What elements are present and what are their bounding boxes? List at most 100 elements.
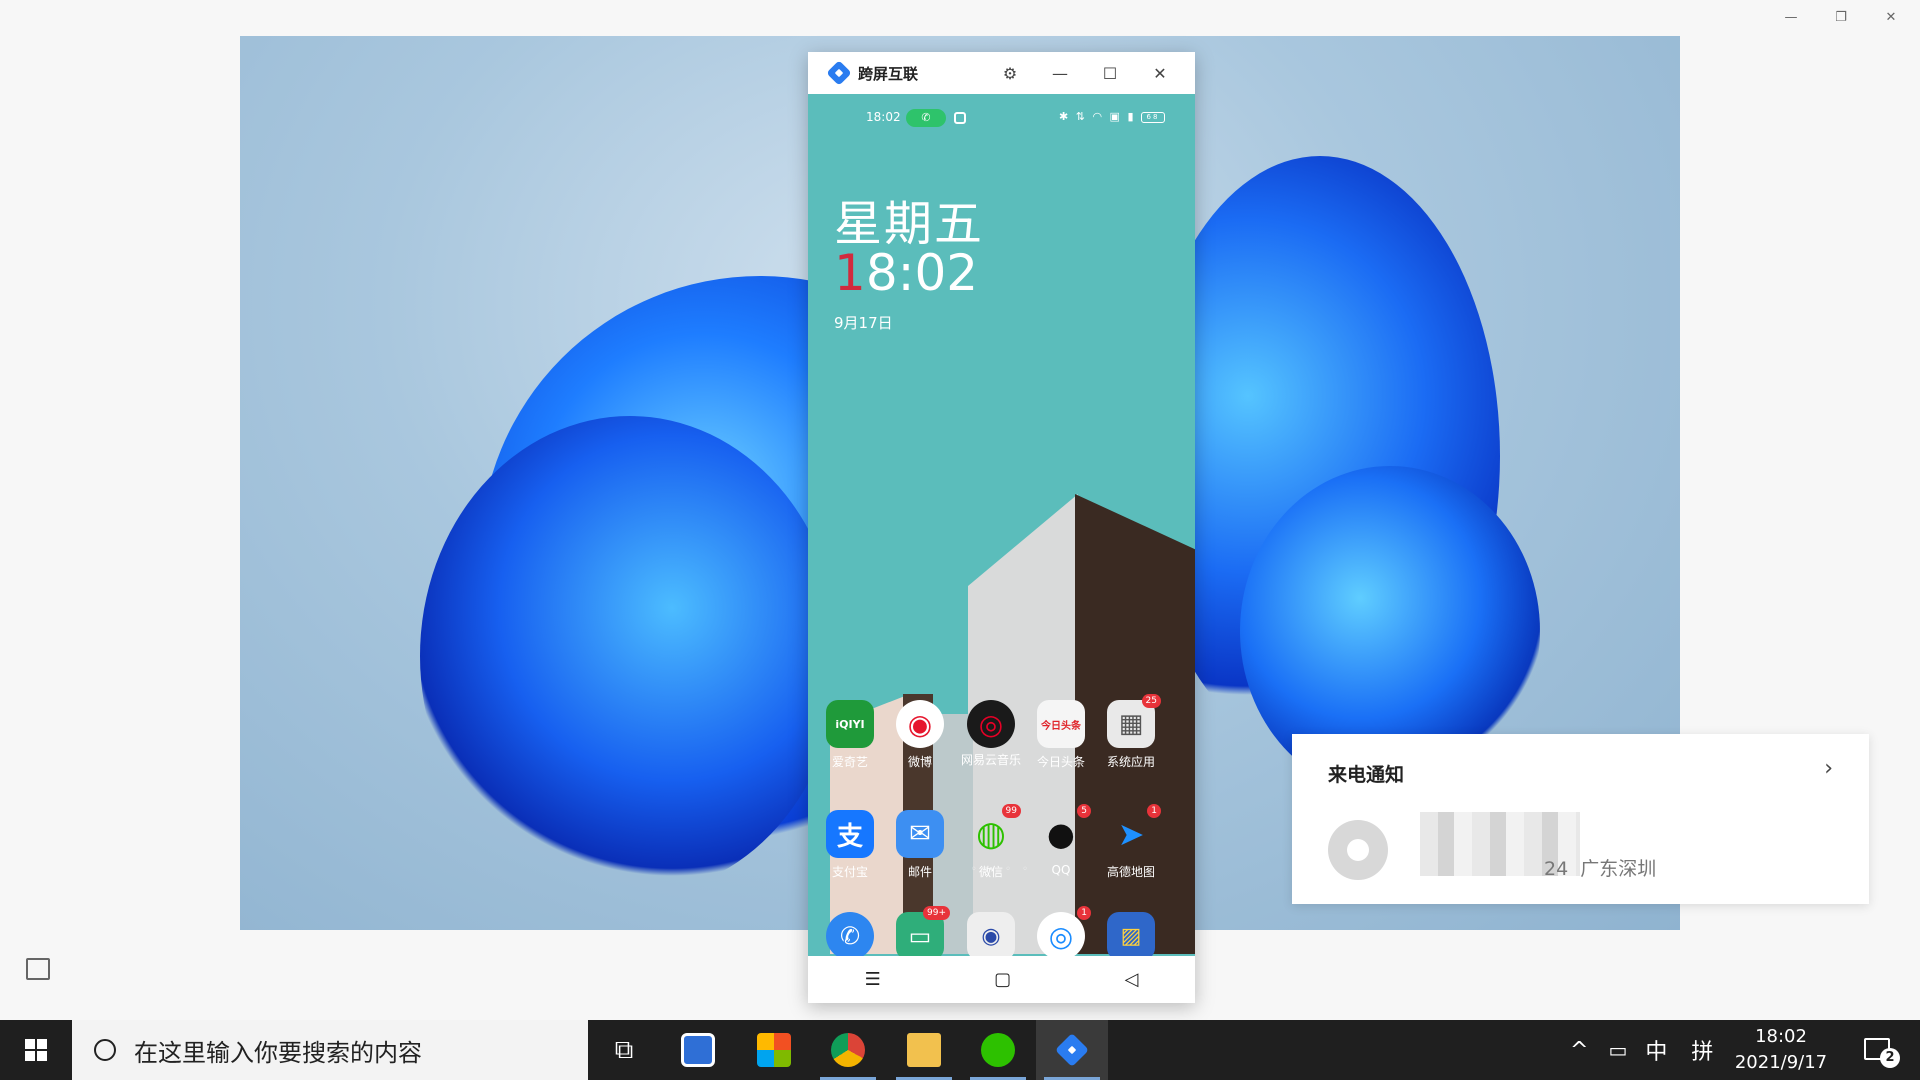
close-button[interactable]: ✕ (1866, 6, 1916, 28)
taskbar-app-chrome[interactable] (812, 1020, 884, 1080)
taskbar: 在这里输入你要搜索的内容 ⧉ ^ ▭ 中 拼 18:02 2021/9/17 2 (0, 1020, 1920, 1080)
show-hidden-icons[interactable]: ^ (1570, 1038, 1588, 1063)
phone-close-button[interactable]: ✕ (1135, 52, 1185, 94)
app-badge: 1 (1077, 906, 1091, 920)
phone-window-titlebar[interactable]: 跨屏互联 ⚙ — ☐ ✕ (808, 52, 1195, 94)
qq-glyph: ● (1047, 815, 1075, 853)
incoming-call-notification[interactable]: 来电通知 › 24 广东深圳 (1292, 734, 1869, 904)
phone-nav-bar: ☰ ▢ ◁ (808, 956, 1195, 1003)
taskbar-clock[interactable]: 18:02 2021/9/17 (1720, 1024, 1842, 1076)
app-toutiao[interactable]: 今日头条 今日头条 (1026, 700, 1096, 770)
netease-glyph: ◎ (978, 707, 1004, 741)
caller-location: 24 广东深圳 (1544, 854, 1656, 881)
clock-first-digit: 1 (834, 244, 866, 302)
search-icon (94, 1039, 116, 1061)
window-controls: — ❐ ✕ (1766, 6, 1916, 28)
wechat-icon (981, 1033, 1015, 1067)
chevron-right-icon[interactable]: › (1824, 756, 1833, 781)
action-center-button[interactable]: 2 (1860, 1032, 1900, 1072)
mail-icon: ✉ (896, 810, 944, 858)
phone-screen[interactable]: 18:02 ✆ ✱ ⇅ ◠ ▣ ▮ 68 星期五 18:02 9月17日 iQI… (808, 94, 1195, 956)
phone-minimize-button[interactable]: — (1035, 52, 1085, 94)
start-button[interactable] (0, 1020, 72, 1080)
back-button[interactable]: ◁ (1124, 969, 1138, 990)
caller-city: 广东深圳 (1580, 858, 1657, 880)
caller-avatar (1328, 820, 1388, 880)
alipay-glyph: 支 (836, 821, 863, 852)
qq-icon: ● 5 (1037, 804, 1091, 858)
ongoing-call-pill[interactable]: ✆ (906, 109, 946, 127)
notification-title: 来电通知 (1328, 764, 1405, 786)
chrome-icon (831, 1033, 865, 1067)
wechat-icon: ◍ 99 (967, 804, 1021, 858)
restore-button[interactable]: ❐ (1816, 6, 1866, 28)
minimize-button[interactable]: — (1766, 6, 1816, 28)
taskbar-app-wechat[interactable] (962, 1020, 1034, 1080)
settings-icon[interactable]: ⚙ (985, 52, 1035, 94)
app-badge: 1 (1147, 804, 1161, 818)
phone-glyph: ✆ (839, 922, 861, 950)
camera-icon: ◉ (967, 912, 1015, 956)
app-iqiyi[interactable]: iQIYI 爱奇艺 (815, 700, 885, 770)
dock-camera[interactable]: ◉ (956, 912, 1026, 956)
browser-glyph: ◎ (1048, 919, 1074, 953)
gallery-icon: ▨ (1107, 912, 1155, 956)
wechat-glyph: ◍ (976, 814, 1006, 854)
taskbar-app-store[interactable] (738, 1020, 810, 1080)
link-icon (954, 112, 966, 124)
app-badge: 25 (1141, 694, 1161, 708)
app-badge: 5 (1077, 804, 1091, 818)
app-badge: 99 (1001, 804, 1021, 818)
dock-gallery[interactable]: ▨ (1096, 912, 1166, 956)
notification-count-badge: 2 (1880, 1048, 1900, 1068)
input-language[interactable]: 中 (1645, 1034, 1667, 1066)
messages-icon: ▭ 99+ (896, 906, 950, 956)
phone-mirror-window: 跨屏互联 ⚙ — ☐ ✕ 18:02 ✆ ✱ ⇅ ◠ ▣ ▮ 68 星期五 18… (808, 52, 1195, 1003)
app-netease-music[interactable]: ◎ 网易云音乐 (956, 700, 1026, 768)
taskbar-app-whiteboard[interactable] (662, 1020, 734, 1080)
folder-icon: ▦ 25 (1107, 694, 1161, 748)
lock-clock: 18:02 (834, 244, 978, 302)
app-label: 爱奇艺 (831, 755, 868, 769)
app-system-apps[interactable]: ▦ 25 系统应用 (1096, 694, 1166, 770)
menu-button[interactable]: ☰ (865, 969, 881, 990)
battery-icon: 68 (1141, 111, 1165, 123)
amap-icon: ➤ 1 (1107, 804, 1161, 858)
windows-logo-icon (25, 1039, 47, 1061)
task-view-icon: ⧉ (614, 1034, 634, 1065)
caller-number-suffix: 24 (1544, 858, 1569, 880)
person-icon (1347, 839, 1369, 861)
toutiao-icon: 今日头条 (1037, 700, 1085, 748)
dock-messages[interactable]: ▭ 99+ (885, 906, 955, 956)
iqiyi-icon: iQIYI (826, 700, 874, 748)
app-label: 今日头条 (1036, 755, 1085, 769)
iqiyi-glyph: iQIYI (835, 717, 865, 731)
screen-link-icon (1055, 1033, 1089, 1067)
input-mode[interactable]: 拼 (1691, 1034, 1713, 1066)
phone-icon: ✆ (826, 912, 874, 956)
app-label: 网易云音乐 (961, 753, 1022, 767)
search-placeholder: 在这里输入你要搜索的内容 (134, 1038, 422, 1067)
phone-window-title: 跨屏互联 (858, 64, 919, 83)
phone-maximize-button[interactable]: ☐ (1085, 52, 1135, 94)
dock-browser[interactable]: ◎ 1 (1026, 906, 1096, 956)
netease-music-icon: ◎ (967, 700, 1015, 748)
folder-icon (907, 1033, 941, 1067)
task-view-button[interactable]: ⧉ (588, 1020, 660, 1080)
taskbar-app-explorer[interactable] (888, 1020, 960, 1080)
mail-glyph: ✉ (909, 819, 931, 849)
taskbar-search[interactable]: 在这里输入你要搜索的内容 (72, 1020, 588, 1080)
status-time: 18:02 (866, 110, 901, 124)
taskbar-app-screen-link[interactable] (1036, 1020, 1108, 1080)
battery-icon[interactable]: ▭ (1608, 1038, 1627, 1062)
app-logo-icon (826, 60, 852, 86)
store-icon (757, 1033, 791, 1067)
gallery-glyph: ▨ (1120, 923, 1142, 949)
dock-phone[interactable]: ✆ (815, 912, 885, 956)
layout-toggle-icon[interactable] (26, 958, 50, 980)
home-button[interactable]: ▢ (994, 969, 1011, 990)
weibo-glyph: ◉ (907, 707, 933, 741)
app-weibo[interactable]: ◉ 微博 (885, 700, 955, 770)
phone-status-bar: 18:02 ✆ ✱ ⇅ ◠ ▣ ▮ 68 (808, 108, 1195, 128)
alipay-icon: 支 (826, 810, 874, 858)
